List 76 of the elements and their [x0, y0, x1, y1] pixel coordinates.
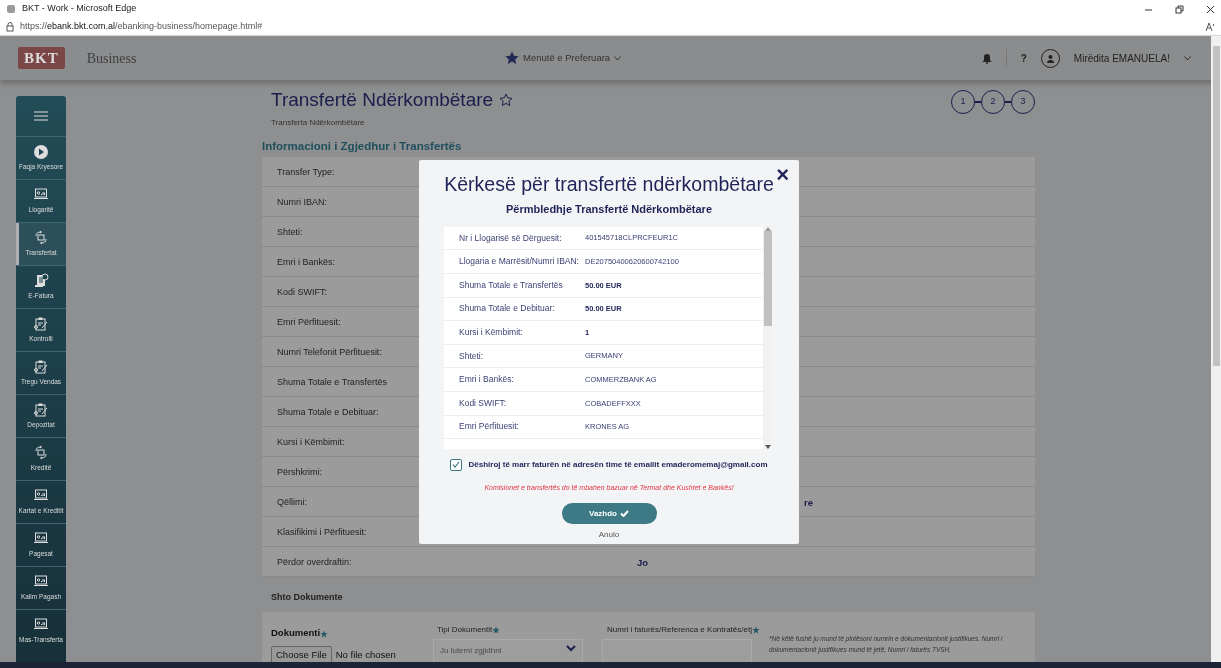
- detail-label: Shteti:: [277, 225, 303, 239]
- detail-value: re: [804, 495, 813, 510]
- product-name: Business: [86, 49, 137, 68]
- caret-icon: [1184, 55, 1191, 61]
- required-star-icon: [751, 626, 760, 635]
- caret-icon: [614, 55, 622, 61]
- summary-label: Nr i Llogarisë së Dërguesit:: [458, 231, 563, 245]
- choose-file-button[interactable]: Choose File: [271, 646, 332, 662]
- menu-icon: [34, 111, 48, 121]
- detail-label: Shuma Totale e Transfertës: [277, 375, 387, 389]
- summary-label: Shteti:: [458, 349, 485, 363]
- exchange-icon: [33, 230, 49, 247]
- detail-label: Numri Telefonit Përfituesit:: [277, 345, 382, 359]
- star-icon: [505, 51, 519, 65]
- summary-label: Emri Përfituesit:: [458, 420, 520, 434]
- summary-label: Llogaria e Marrësit/Numri IBAN:: [458, 255, 580, 268]
- lock-icon: [6, 21, 14, 32]
- close-button[interactable]: ×: [776, 164, 789, 186]
- bell-icon[interactable]: [981, 52, 992, 64]
- play-circle-icon: [33, 144, 49, 161]
- breadcrumb: Transferta Ndërkombëtare: [271, 116, 366, 129]
- browser-icon: [6, 4, 16, 14]
- field-label: Dokumenti: [271, 627, 321, 639]
- page-title: Transfertë Ndërkombëtare: [271, 88, 494, 112]
- clipboard-icon: [33, 316, 49, 333]
- read-aloud-icon[interactable]: [1205, 21, 1215, 32]
- reference-input[interactable]: [602, 639, 752, 662]
- document-type-select[interactable]: Ju lutemi zgjidhni: [433, 639, 583, 662]
- detail-label: Numri IBAN:: [277, 195, 327, 209]
- detail-label: Shuma Totale e Debituar:: [277, 405, 379, 419]
- field-label: Tipi Dokumentit: [437, 625, 493, 635]
- file-status: No file chosen: [335, 648, 396, 662]
- summary-label: Shuma Totale e Transfertës: [458, 278, 564, 292]
- user-icon: [1045, 53, 1055, 63]
- invoice-icon: [33, 273, 49, 290]
- close-icon[interactable]: [1206, 4, 1215, 14]
- favorites-menu[interactable]: Menutë e Preferuara: [505, 50, 622, 66]
- detail-label: Përshkrimi:: [277, 465, 322, 479]
- help-link[interactable]: ?: [1020, 50, 1027, 66]
- detail-label: Kodi SWIFT:: [277, 285, 327, 299]
- checkbox[interactable]: [450, 458, 463, 471]
- summary-label: Shuma Totale e Debituar:: [458, 302, 556, 316]
- window-title: BKT - Work - Microsoft Edge: [22, 2, 137, 16]
- scrollbar[interactable]: [1211, 36, 1221, 662]
- section-heading: Informacioni i Zgjedhur i Transfertës: [262, 138, 463, 154]
- detail-label: Transfer Type:: [277, 165, 335, 179]
- clipboard-icon: [33, 359, 49, 376]
- modal-subtitle: Përmbledhje Transfertë Ndërkombëtare: [506, 202, 712, 218]
- user-menu[interactable]: Mirëdita EMANUELA!: [1073, 50, 1170, 66]
- exchange-icon: [33, 445, 49, 462]
- detail-label: Qëllimi:: [277, 495, 307, 509]
- summary-label: Kodi SWIFT:: [458, 396, 508, 410]
- detail-value: Jo: [637, 555, 649, 570]
- clipboard-icon: [33, 402, 49, 419]
- star-icon[interactable]: [499, 93, 514, 108]
- cancel-link[interactable]: Anulo: [598, 529, 620, 542]
- consent-text: Dëshiroj të marr faturën në adresën time të emailit emaderomemaj@gmail.com: [468, 458, 768, 471]
- detail-label: Përdor overdraftin:: [277, 555, 352, 569]
- section-heading: Shto Dokumente: [271, 590, 344, 604]
- restore-icon[interactable]: [1175, 4, 1184, 14]
- scroll-down-icon: [764, 444, 771, 449]
- summary-label: Kursi i Këmbimit:: [458, 326, 524, 339]
- scrollbar[interactable]: [763, 226, 772, 449]
- address-field[interactable]: https://ebank.bkt.com.al/ebanking-business/homepage.html#: [20, 19, 263, 34]
- detail-label: Klasifikimi i Përfituesit:: [277, 525, 367, 539]
- modal-title: Kërkesë për transfertë ndërkombëtare: [444, 172, 774, 197]
- required-star-icon: [492, 626, 501, 635]
- required-star-icon: [320, 629, 329, 638]
- check-icon: [620, 510, 629, 518]
- continue-button[interactable]: Vazhdo: [561, 503, 657, 525]
- summary-label: Emri i Bankës:: [458, 373, 515, 386]
- detail-label: Emri Përfituesit:: [277, 315, 341, 329]
- chevron-icon: [566, 645, 576, 653]
- field-label: Numri i faturës/Referenca e Kontratës/etj: [607, 625, 752, 635]
- check-icon: [452, 461, 461, 469]
- bkt-logo[interactable]: BKT: [18, 46, 65, 70]
